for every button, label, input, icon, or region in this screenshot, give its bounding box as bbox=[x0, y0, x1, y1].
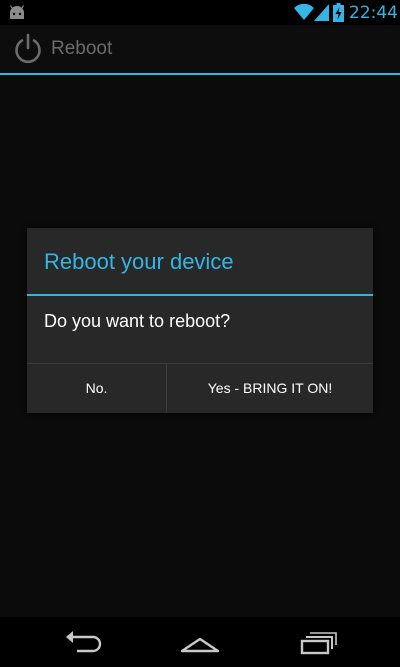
yes-button[interactable]: Yes - BRING IT ON! bbox=[167, 364, 373, 413]
signal-icon bbox=[314, 4, 329, 21]
dialog-message: Do you want to reboot? bbox=[44, 311, 231, 331]
android-icon bbox=[9, 5, 25, 19]
action-bar: Reboot bbox=[0, 25, 400, 75]
status-clock: 22:44 bbox=[349, 3, 398, 23]
screen: 22:44 Reboot Reboot your device Do you w… bbox=[0, 0, 400, 667]
battery-charging-icon bbox=[333, 3, 344, 22]
power-icon[interactable] bbox=[12, 33, 44, 65]
no-button[interactable]: No. bbox=[27, 364, 167, 413]
reboot-dialog: Reboot your device Do you want to reboot… bbox=[27, 228, 373, 413]
dialog-button-bar: No. Yes - BRING IT ON! bbox=[27, 363, 373, 413]
home-icon[interactable] bbox=[176, 625, 224, 659]
navigation-bar bbox=[0, 617, 400, 667]
action-bar-title: Reboot bbox=[51, 38, 113, 59]
wifi-icon bbox=[294, 4, 314, 20]
back-icon[interactable] bbox=[59, 625, 107, 659]
dialog-title-divider bbox=[27, 294, 373, 296]
status-bar: 22:44 bbox=[0, 0, 400, 25]
recents-icon[interactable] bbox=[294, 625, 342, 659]
dialog-title: Reboot your device bbox=[44, 249, 234, 274]
